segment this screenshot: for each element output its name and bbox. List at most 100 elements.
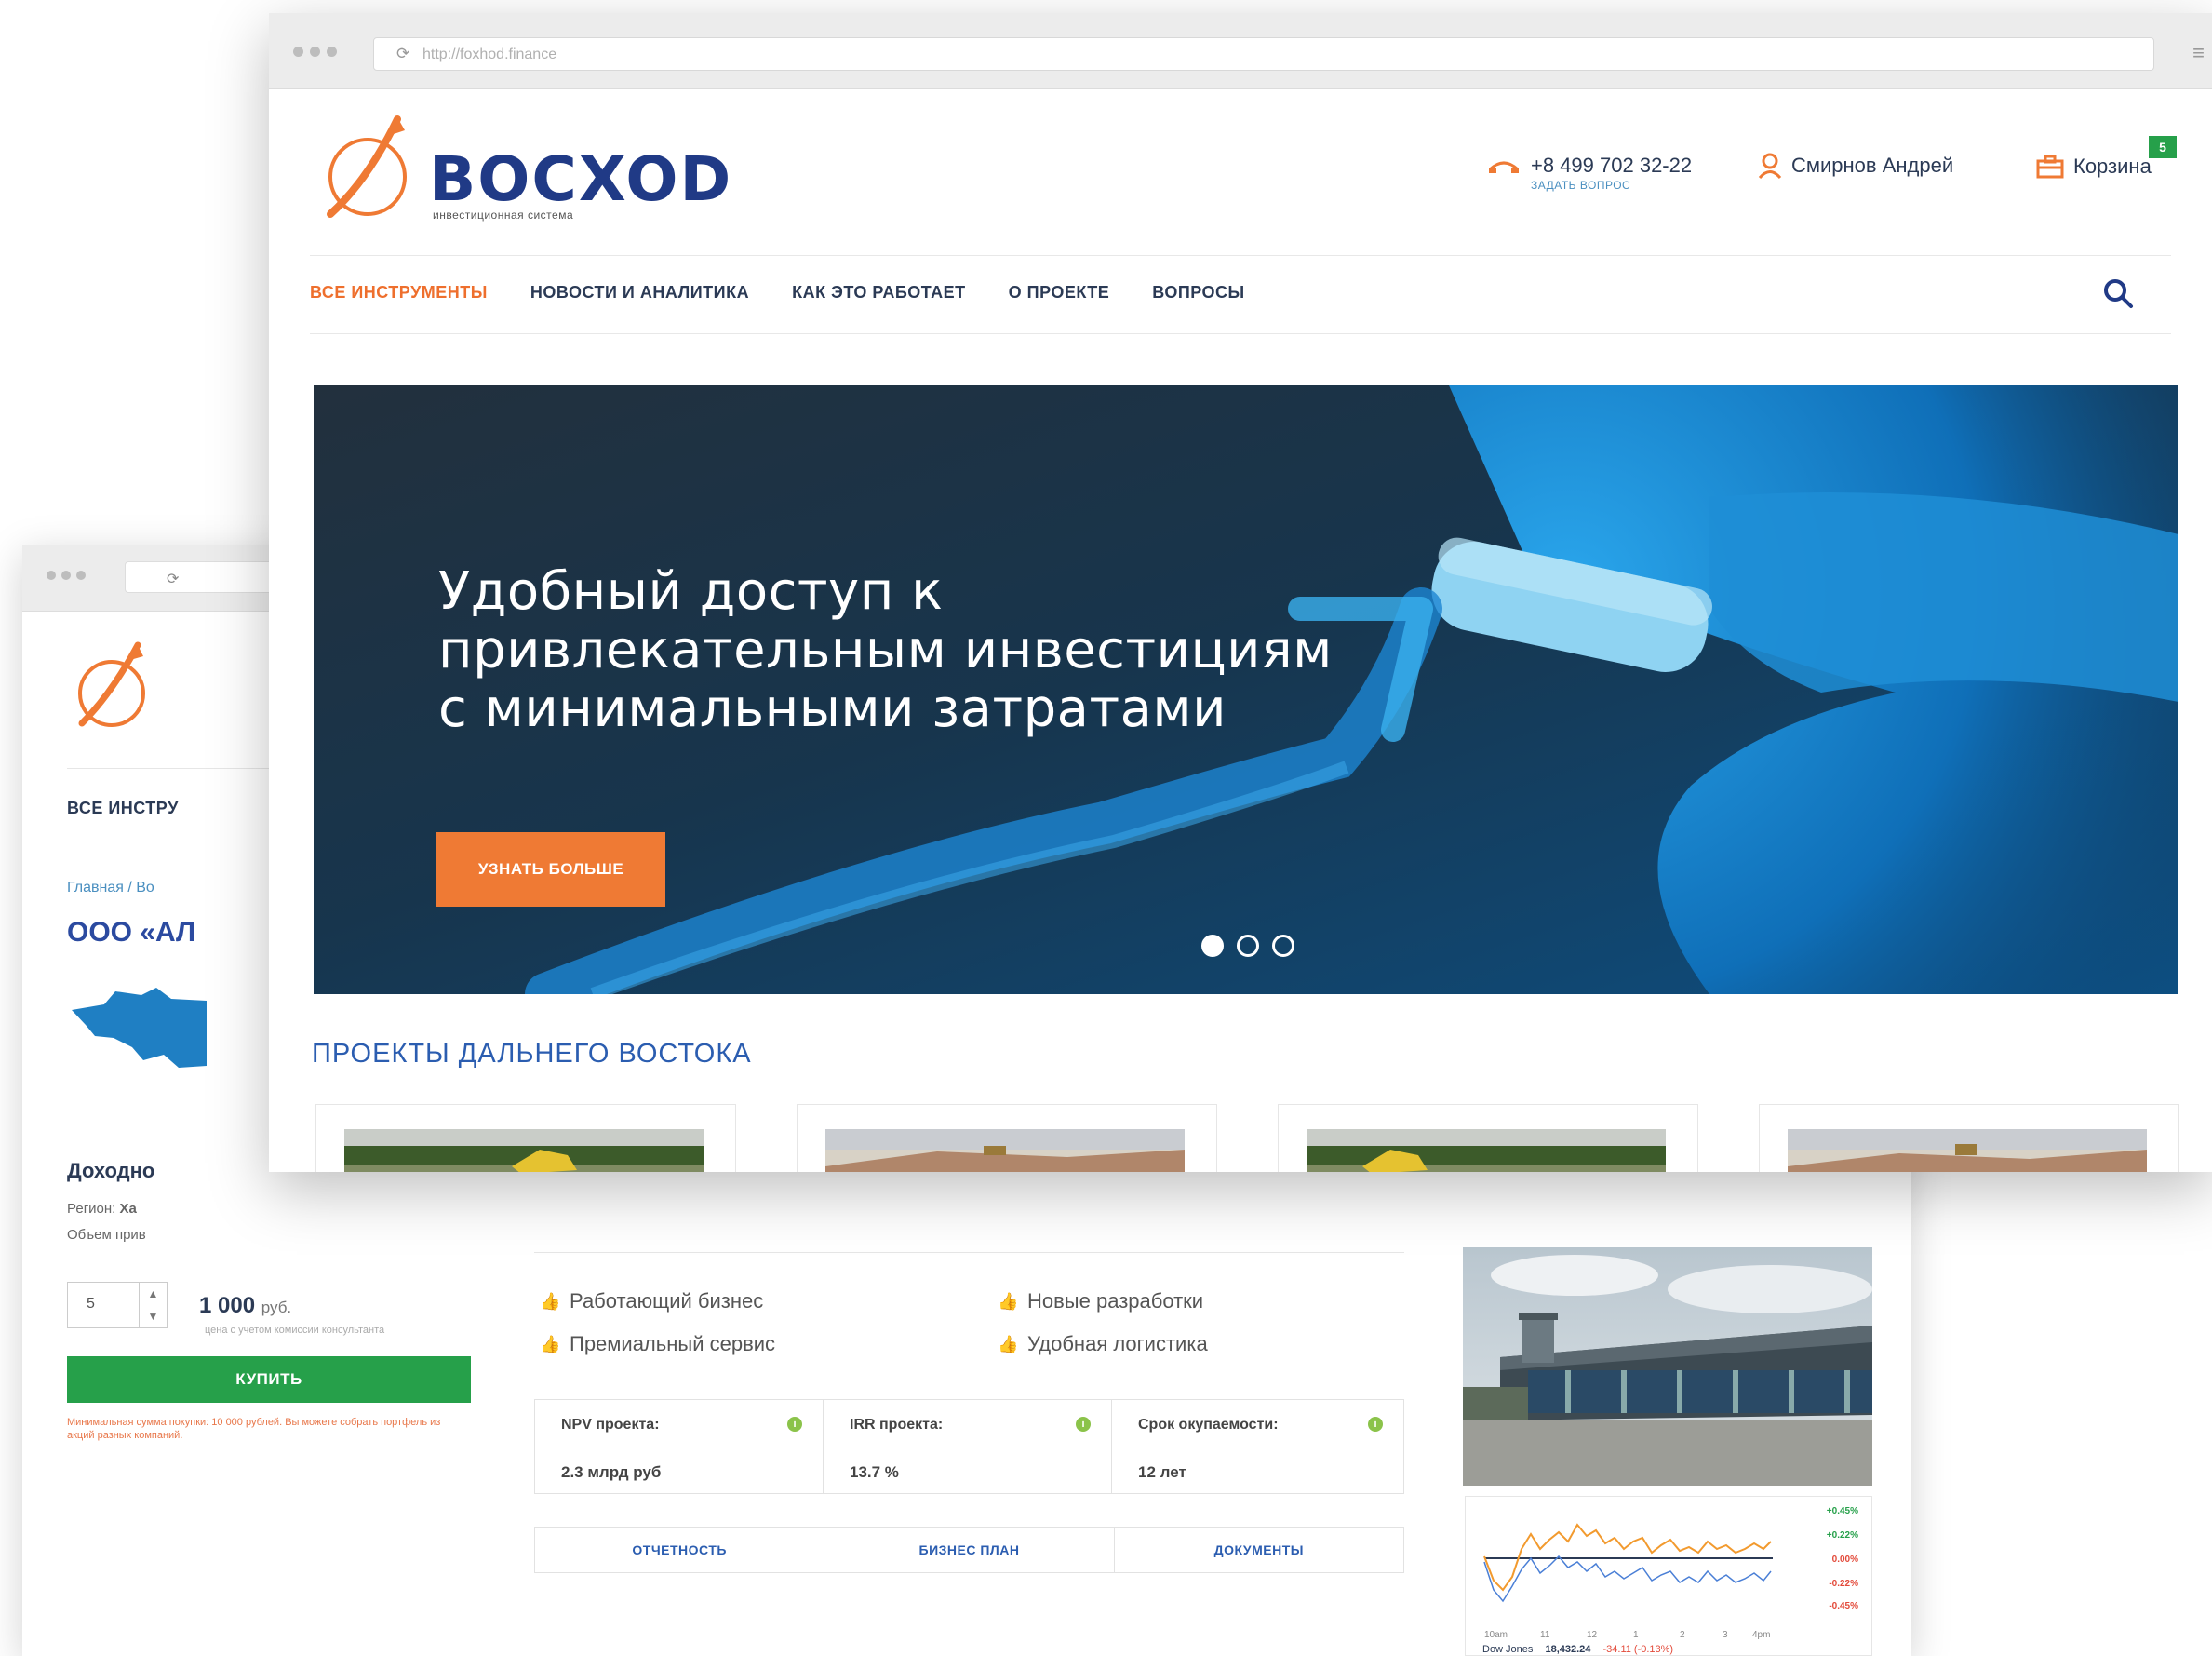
divider — [310, 255, 2171, 256]
kpi-irr: IRR проекта: i 13.7 % — [824, 1400, 1112, 1493]
hero-line: Удобный доступ к — [438, 561, 944, 622]
project-image — [1788, 1129, 2147, 1172]
index-name: Dow Jones — [1482, 1644, 1534, 1655]
cart-button[interactable]: Корзина — [2036, 155, 2152, 179]
logo-rocket-icon — [327, 115, 407, 218]
window-controls[interactable] — [47, 571, 86, 580]
feature-label: Премиальный сервис — [570, 1332, 776, 1355]
carousel-dot[interactable] — [1272, 935, 1294, 957]
stepper-arrows-icon[interactable]: ▲ ▼ — [139, 1283, 167, 1327]
kpi-value: 2.3 млрд руб — [561, 1463, 662, 1481]
learn-more-button[interactable]: УЗНАТЬ БОЛЬШЕ — [436, 832, 665, 907]
breadcrumb[interactable]: Главная / Во — [67, 880, 154, 896]
index-summary: Dow Jones 18,432.24 -34.11 (-0.13%) — [1482, 1644, 1673, 1655]
stock-y-label: -0.22% — [1829, 1579, 1858, 1589]
window-controls[interactable] — [293, 47, 337, 57]
nav-questions[interactable]: ВОПРОСЫ — [1152, 283, 1244, 303]
user-name[interactable]: Смирнов Андрей — [1791, 154, 1953, 178]
stock-widget: +0.45% +0.22% 0.00% -0.22% -0.45% 10am 1… — [1465, 1496, 1872, 1656]
project-image — [1307, 1129, 1666, 1172]
carousel-dots — [1201, 935, 1294, 957]
quantity-value[interactable]: 5 — [87, 1296, 95, 1313]
info-icon[interactable]: i — [787, 1417, 802, 1432]
hero-headline: Удобный доступ к привлекательным инвести… — [438, 562, 1333, 738]
section-title: ПРОЕКТЫ ДАЛЬНЕГО ВОСТОКА — [312, 1039, 752, 1069]
investment-heading: Доходно — [67, 1159, 155, 1182]
stock-y-label: 0.00% — [1831, 1555, 1858, 1565]
feature-item: 👍 Премиальный сервис — [540, 1332, 775, 1356]
company-title: ООО «АЛ — [67, 917, 196, 948]
feature-label: Новые разработки — [1027, 1289, 1204, 1313]
cart-label[interactable]: Корзина — [2073, 155, 2152, 179]
project-card[interactable] — [797, 1104, 1217, 1172]
stock-x-label: 4pm — [1752, 1630, 1771, 1640]
user-account[interactable]: Смирнов Андрей — [1758, 153, 1953, 179]
tab-reports[interactable]: ОТЧЕТНОСТЬ — [535, 1528, 825, 1572]
airport-photo — [1463, 1247, 1872, 1486]
tab-documents[interactable]: ДОКУМЕНТЫ — [1115, 1528, 1403, 1572]
carousel-dot[interactable] — [1201, 935, 1224, 957]
reload-icon[interactable]: ⟳ — [167, 570, 179, 588]
feature-item: 👍 Работающий бизнес — [540, 1289, 763, 1313]
phone-number[interactable]: +8 499 702 32-22 — [1531, 155, 1692, 177]
region-map-icon — [67, 982, 207, 1089]
kpi-label: NPV проекта: — [561, 1417, 660, 1433]
stock-x-label: 11 — [1540, 1630, 1550, 1640]
quantity-stepper[interactable]: 5 ▲ ▼ — [67, 1282, 168, 1328]
info-icon[interactable]: i — [1076, 1417, 1091, 1432]
divider — [534, 1252, 1404, 1253]
nav-how-it-works[interactable]: КАК ЭТО РАБОТАЕТ — [792, 283, 966, 303]
logo-tagline: инвестиционная система — [433, 209, 574, 222]
region-label: Регион: — [67, 1201, 116, 1217]
search-icon[interactable] — [2102, 277, 2134, 314]
thumb-up-icon: 👍 — [540, 1335, 561, 1353]
divider — [310, 333, 2171, 334]
back-logo-icon[interactable] — [65, 638, 168, 745]
main-nav: ВСЕ ИНСТРУМЕНТЫ НОВОСТИ И АНАЛИТИКА КАК … — [310, 283, 1245, 303]
thumb-up-icon: 👍 — [998, 1292, 1019, 1311]
kpi-value: 13.7 % — [850, 1463, 899, 1481]
kpi-label: Срок окупаемости: — [1138, 1417, 1279, 1433]
address-bar[interactable]: ⟳ http://foxhod.finance — [373, 37, 2154, 71]
project-meta: Регион: Ха Объем прив — [67, 1196, 146, 1248]
hero-line: привлекательным инвестициям — [438, 620, 1333, 680]
front-browser-chrome: ⟳ http://foxhod.finance ≡ — [269, 13, 2212, 89]
phone-block[interactable]: +8 499 702 32-22 ЗАДАТЬ ВОПРОС — [1488, 155, 1692, 192]
stock-x-label: 10am — [1484, 1630, 1508, 1640]
kpi-value: 12 лет — [1138, 1463, 1186, 1481]
url-text[interactable]: http://foxhod.finance — [422, 47, 556, 63]
kpi-npv: NPV проекта: i 2.3 млрд руб — [535, 1400, 824, 1493]
nav-news-analytics[interactable]: НОВОСТИ И АНАЛИТИКА — [530, 283, 749, 303]
document-tabs: ОТЧЕТНОСТЬ БИЗНЕС ПЛАН ДОКУМЕНТЫ — [534, 1527, 1404, 1573]
project-card[interactable] — [1759, 1104, 2179, 1172]
kpi-payback: Срок окупаемости: i 12 лет — [1112, 1400, 1403, 1493]
price-unit: руб. — [261, 1299, 292, 1316]
region-value: Ха — [119, 1201, 137, 1217]
thumb-up-icon: 👍 — [540, 1292, 561, 1311]
tab-business-plan[interactable]: БИЗНЕС ПЛАН — [824, 1528, 1115, 1572]
back-nav-item[interactable]: ВСЕ ИНСТРУ — [67, 799, 179, 818]
reload-icon[interactable]: ⟳ — [396, 45, 409, 63]
screenshot-stage: ⟳ ВСЕ ИНСТРУ Главная / Во ООО «АЛ Доходн… — [0, 0, 2212, 1656]
info-icon[interactable]: i — [1368, 1417, 1383, 1432]
project-card[interactable] — [1278, 1104, 1698, 1172]
nav-about[interactable]: О ПРОЕКТЕ — [1009, 283, 1110, 303]
cart-count-badge: 5 — [2149, 136, 2177, 158]
buy-button[interactable]: КУПИТЬ — [67, 1356, 471, 1403]
hero-line: с минимальными затратами — [438, 679, 1227, 739]
brand-logo[interactable]: BOCXOD инвестиционная система — [315, 112, 781, 233]
nav-all-instruments[interactable]: ВСЕ ИНСТРУМЕНТЫ — [310, 283, 488, 303]
stock-x-label: 12 — [1587, 1630, 1598, 1640]
ask-question-link[interactable]: ЗАДАТЬ ВОПРОС — [1531, 179, 1692, 192]
feature-item: 👍 Новые разработки — [998, 1289, 1203, 1313]
price-note: цена с учетом комиссии консультанта — [205, 1325, 385, 1336]
project-image — [825, 1129, 1185, 1172]
thumb-up-icon: 👍 — [998, 1335, 1019, 1353]
project-image — [344, 1129, 704, 1172]
carousel-dot[interactable] — [1237, 935, 1259, 957]
menu-icon[interactable]: ≡ — [2192, 41, 2205, 65]
project-card[interactable] — [315, 1104, 736, 1172]
stock-x-label: 2 — [1680, 1630, 1685, 1640]
share-price: 1 000 руб. — [199, 1293, 291, 1319]
front-browser-window: ⟳ http://foxhod.finance ≡ BOCXOD инвести… — [269, 13, 2212, 1172]
